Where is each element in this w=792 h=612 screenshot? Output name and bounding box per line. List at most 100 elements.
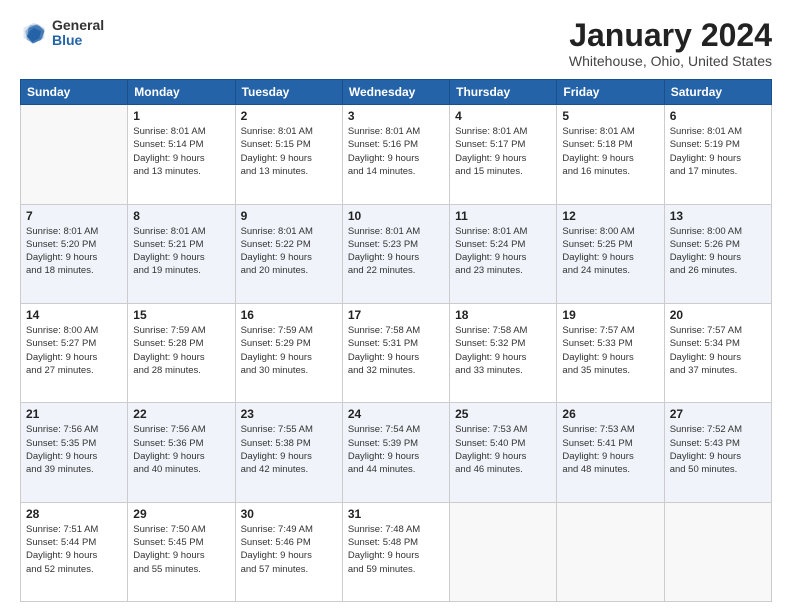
day-number: 1 — [133, 109, 229, 123]
calendar-cell: 6 Sunrise: 8:01 AMSunset: 5:19 PMDaylight… — [664, 105, 771, 204]
calendar-cell: 4 Sunrise: 8:01 AMSunset: 5:17 PMDaylight… — [450, 105, 557, 204]
calendar-row-3: 21Sunrise: 7:56 AMSunset: 5:35 PMDayligh… — [21, 403, 772, 502]
day-info: Sunrise: 8:01 AMSunset: 5:18 PMDaylight:… — [562, 125, 658, 178]
day-info: Sunrise: 7:54 AMSunset: 5:39 PMDaylight:… — [348, 423, 444, 476]
day-number: 23 — [241, 407, 337, 421]
calendar-cell: 16 Sunrise: 7:59 AMSunset: 5:29 PMDayligh… — [235, 303, 342, 402]
month-title: January 2024 — [569, 18, 772, 53]
day-info: Sunrise: 8:01 AMSunset: 5:14 PMDaylight:… — [133, 125, 229, 178]
calendar-cell: 8Sunrise: 8:01 AMSunset: 5:21 PMDaylight… — [128, 204, 235, 303]
day-number: 27 — [670, 407, 766, 421]
calendar-cell: 30Sunrise: 7:49 AMSunset: 5:46 PMDayligh… — [235, 502, 342, 601]
calendar-cell: 21Sunrise: 7:56 AMSunset: 5:35 PMDayligh… — [21, 403, 128, 502]
day-number: 12 — [562, 209, 658, 223]
day-number: 26 — [562, 407, 658, 421]
day-info: Sunrise: 7:56 AMSunset: 5:36 PMDaylight:… — [133, 423, 229, 476]
day-number: 6 — [670, 109, 766, 123]
logo-blue-text: Blue — [52, 33, 104, 48]
day-number: 29 — [133, 507, 229, 521]
calendar-cell: 2Sunrise: 8:01 AMSunset: 5:15 PMDaylight… — [235, 105, 342, 204]
calendar-cell: 17 Sunrise: 7:58 AMSunset: 5:31 PMDayligh… — [342, 303, 449, 402]
calendar-cell: 13 Sunrise: 8:00 AMSunset: 5:26 PMDayligh… — [664, 204, 771, 303]
calendar-cell: 1 Sunrise: 8:01 AMSunset: 5:14 PMDaylight… — [128, 105, 235, 204]
day-info: Sunrise: 7:59 AMSunset: 5:28 PMDaylight:… — [133, 324, 229, 377]
day-number: 13 — [670, 209, 766, 223]
calendar-row-4: 28Sunrise: 7:51 AMSunset: 5:44 PMDayligh… — [21, 502, 772, 601]
day-number: 16 — [241, 308, 337, 322]
day-info: Sunrise: 8:01 AMSunset: 5:23 PMDaylight:… — [348, 225, 444, 278]
col-wednesday: Wednesday — [342, 80, 449, 105]
day-number: 8 — [133, 209, 229, 223]
col-friday: Friday — [557, 80, 664, 105]
calendar-cell: 20Sunrise: 7:57 AMSunset: 5:34 PMDayligh… — [664, 303, 771, 402]
day-info: Sunrise: 7:51 AMSunset: 5:44 PMDaylight:… — [26, 523, 122, 576]
calendar-cell — [450, 502, 557, 601]
calendar-cell: 12Sunrise: 8:00 AMSunset: 5:25 PMDayligh… — [557, 204, 664, 303]
calendar-cell: 24 Sunrise: 7:54 AMSunset: 5:39 PMDayligh… — [342, 403, 449, 502]
day-info: Sunrise: 7:57 AMSunset: 5:34 PMDaylight:… — [670, 324, 766, 377]
location: Whitehouse, Ohio, United States — [569, 53, 772, 69]
calendar-cell: 29Sunrise: 7:50 AMSunset: 5:45 PMDayligh… — [128, 502, 235, 601]
calendar-row-2: 14 Sunrise: 8:00 AMSunset: 5:27 PMDayligh… — [21, 303, 772, 402]
day-number: 11 — [455, 209, 551, 223]
day-number: 10 — [348, 209, 444, 223]
day-info: Sunrise: 7:52 AMSunset: 5:43 PMDaylight:… — [670, 423, 766, 476]
calendar-cell: 10 Sunrise: 8:01 AMSunset: 5:23 PMDayligh… — [342, 204, 449, 303]
day-info: Sunrise: 7:58 AMSunset: 5:31 PMDaylight:… — [348, 324, 444, 377]
title-block: January 2024 Whitehouse, Ohio, United St… — [569, 18, 772, 69]
calendar-cell: 28Sunrise: 7:51 AMSunset: 5:44 PMDayligh… — [21, 502, 128, 601]
calendar-header-row: Sunday Monday Tuesday Wednesday Thursday… — [21, 80, 772, 105]
day-info: Sunrise: 8:01 AMSunset: 5:24 PMDaylight:… — [455, 225, 551, 278]
calendar-cell: 5 Sunrise: 8:01 AMSunset: 5:18 PMDaylight… — [557, 105, 664, 204]
page: General Blue January 2024 Whitehouse, Oh… — [0, 0, 792, 612]
calendar-cell: 9Sunrise: 8:01 AMSunset: 5:22 PMDaylight… — [235, 204, 342, 303]
day-number: 14 — [26, 308, 122, 322]
logo-icon — [20, 19, 48, 47]
day-number: 5 — [562, 109, 658, 123]
day-number: 9 — [241, 209, 337, 223]
day-info: Sunrise: 7:59 AMSunset: 5:29 PMDaylight:… — [241, 324, 337, 377]
col-saturday: Saturday — [664, 80, 771, 105]
calendar-cell — [664, 502, 771, 601]
day-number: 19 — [562, 308, 658, 322]
logo: General Blue — [20, 18, 104, 49]
day-info: Sunrise: 8:01 AMSunset: 5:15 PMDaylight:… — [241, 125, 337, 178]
day-number: 17 — [348, 308, 444, 322]
calendar-cell: 14 Sunrise: 8:00 AMSunset: 5:27 PMDayligh… — [21, 303, 128, 402]
col-monday: Monday — [128, 80, 235, 105]
day-info: Sunrise: 8:01 AMSunset: 5:17 PMDaylight:… — [455, 125, 551, 178]
col-sunday: Sunday — [21, 80, 128, 105]
calendar-cell: 19Sunrise: 7:57 AMSunset: 5:33 PMDayligh… — [557, 303, 664, 402]
day-info: Sunrise: 7:53 AMSunset: 5:40 PMDaylight:… — [455, 423, 551, 476]
day-info: Sunrise: 7:58 AMSunset: 5:32 PMDaylight:… — [455, 324, 551, 377]
day-number: 15 — [133, 308, 229, 322]
day-number: 25 — [455, 407, 551, 421]
calendar-table: Sunday Monday Tuesday Wednesday Thursday… — [20, 79, 772, 602]
day-info: Sunrise: 8:01 AMSunset: 5:19 PMDaylight:… — [670, 125, 766, 178]
day-number: 31 — [348, 507, 444, 521]
calendar-row-1: 7 Sunrise: 8:01 AMSunset: 5:20 PMDaylight… — [21, 204, 772, 303]
day-number: 22 — [133, 407, 229, 421]
day-info: Sunrise: 7:48 AMSunset: 5:48 PMDaylight:… — [348, 523, 444, 576]
day-number: 24 — [348, 407, 444, 421]
calendar-cell: 27 Sunrise: 7:52 AMSunset: 5:43 PMDayligh… — [664, 403, 771, 502]
calendar-row-0: 1 Sunrise: 8:01 AMSunset: 5:14 PMDaylight… — [21, 105, 772, 204]
calendar-cell: 25 Sunrise: 7:53 AMSunset: 5:40 PMDayligh… — [450, 403, 557, 502]
calendar-cell: 22 Sunrise: 7:56 AMSunset: 5:36 PMDayligh… — [128, 403, 235, 502]
day-number: 18 — [455, 308, 551, 322]
day-info: Sunrise: 7:56 AMSunset: 5:35 PMDaylight:… — [26, 423, 122, 476]
calendar-cell — [21, 105, 128, 204]
day-number: 4 — [455, 109, 551, 123]
day-info: Sunrise: 7:53 AMSunset: 5:41 PMDaylight:… — [562, 423, 658, 476]
calendar-cell: 15 Sunrise: 7:59 AMSunset: 5:28 PMDayligh… — [128, 303, 235, 402]
day-info: Sunrise: 8:00 AMSunset: 5:27 PMDaylight:… — [26, 324, 122, 377]
day-info: Sunrise: 8:01 AMSunset: 5:16 PMDaylight:… — [348, 125, 444, 178]
day-info: Sunrise: 8:00 AMSunset: 5:26 PMDaylight:… — [670, 225, 766, 278]
day-info: Sunrise: 8:01 AMSunset: 5:20 PMDaylight:… — [26, 225, 122, 278]
logo-general-text: General — [52, 18, 104, 33]
day-info: Sunrise: 7:55 AMSunset: 5:38 PMDaylight:… — [241, 423, 337, 476]
day-number: 3 — [348, 109, 444, 123]
col-thursday: Thursday — [450, 80, 557, 105]
day-number: 7 — [26, 209, 122, 223]
calendar-cell: 26 Sunrise: 7:53 AMSunset: 5:41 PMDayligh… — [557, 403, 664, 502]
